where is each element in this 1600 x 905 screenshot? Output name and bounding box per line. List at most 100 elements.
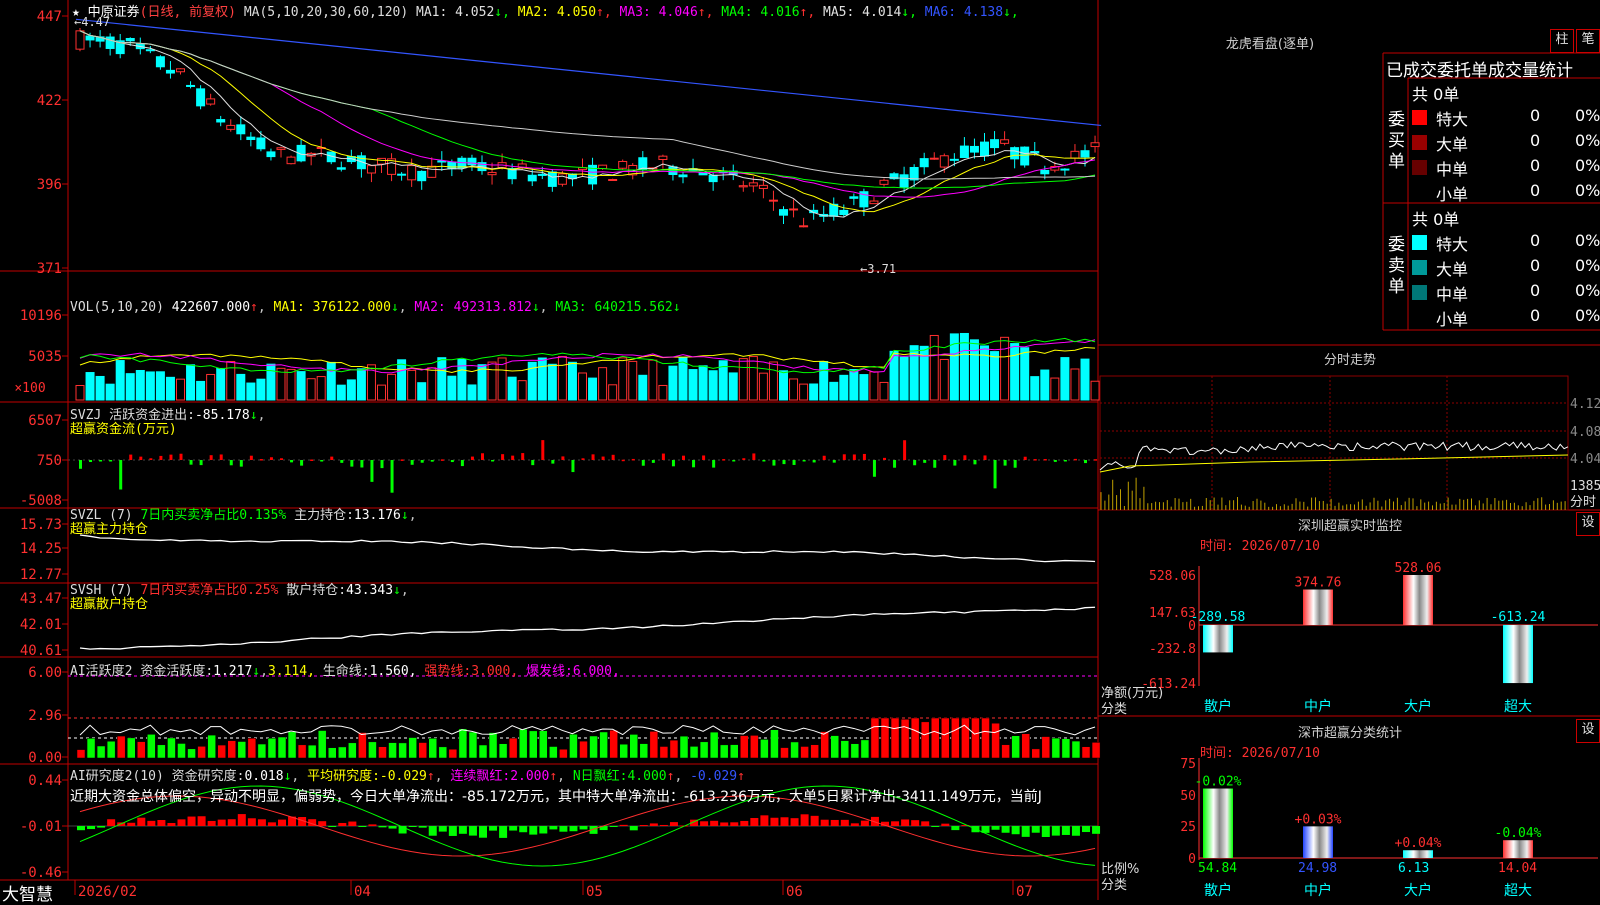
vol-bar-82 [899, 356, 909, 401]
flow-bar-75 [832, 460, 836, 463]
flow-bar-50 [581, 458, 585, 460]
vol-bar-100 [1080, 358, 1090, 401]
ai2-tick-0: 0.44 [28, 773, 62, 789]
stats-delta-1: +0.03% [1295, 812, 1342, 827]
vol-bar-78 [859, 374, 869, 401]
vol-bar-36 [437, 357, 447, 401]
stats-title: 深市超赢分类统计 [1297, 726, 1402, 741]
monitor-settings-button[interactable]: 设 [1576, 512, 1600, 536]
svzl-tick-0: 15.73 [20, 517, 62, 533]
ai2-bar-54 [619, 824, 628, 826]
flow-bar-93 [1013, 460, 1017, 468]
flow-bar-48 [561, 456, 565, 460]
flow-bar-24 [320, 460, 324, 462]
ai1-bar-55 [629, 734, 638, 759]
stats-delta-0: -0.02% [1195, 775, 1242, 790]
tick-mode-button[interactable]: 笔 [1576, 29, 1600, 53]
vol-bar-89 [969, 339, 979, 401]
ai1-bar-15 [227, 740, 236, 759]
ai1-bar-38 [458, 728, 468, 759]
ai1-bar-88 [961, 717, 970, 759]
x-label-2: 05 [586, 884, 603, 900]
flow-bar-95 [1033, 459, 1037, 461]
flow-bar-80 [883, 457, 886, 460]
candle-0 [75, 30, 85, 50]
ai1-bar-44 [518, 728, 528, 759]
vol-bar-26 [336, 384, 346, 401]
flow-bar-31 [390, 460, 394, 493]
ai1-bar-10 [177, 743, 186, 759]
candle-45 [527, 174, 537, 182]
bar-mode-button[interactable]: 柱 [1550, 29, 1574, 53]
vol-bar-86 [939, 358, 949, 401]
ai2-bar-47 [549, 826, 558, 830]
flow-bar-78 [862, 453, 866, 460]
vol-bar-73 [809, 383, 819, 401]
svsh-line [79, 606, 1096, 650]
sell-row-swatch-2 [1412, 285, 1427, 300]
svsh-tick-1: 42.01 [20, 617, 62, 633]
ai1-bar-49 [569, 733, 578, 759]
candle-36 [437, 160, 447, 163]
vol-bar-25 [326, 361, 336, 401]
ai2-bar-53 [609, 826, 618, 827]
candle-68 [758, 184, 768, 189]
ma-line-2 [79, 30, 1096, 213]
ai1-bar-81 [890, 717, 900, 759]
buy-row-p-1: 0% [1575, 131, 1600, 150]
ai1-bar-75 [830, 735, 839, 759]
intraday-frame [1099, 375, 1569, 511]
sell-row-label-0: 特大 [1436, 235, 1469, 254]
ai2-bar-37 [448, 826, 457, 836]
flow-bar-38 [460, 460, 464, 467]
vol-bar-3 [105, 383, 115, 401]
svsh-tick-2: 40.61 [20, 643, 62, 659]
ai1-bar-32 [398, 742, 407, 759]
ai2-bar-101 [1092, 826, 1101, 834]
stats-settings-button[interactable]: 设 [1576, 719, 1600, 743]
ai2-bar-69 [770, 817, 779, 826]
flow-bar-49 [571, 460, 575, 473]
buy-row-v-3: 0 [1530, 181, 1541, 200]
vol-bar-81 [889, 350, 899, 401]
vol-bar-63 [708, 370, 718, 401]
sell-row-v-2: 0 [1530, 281, 1541, 300]
vol-bar-21 [286, 368, 296, 401]
vol-bar-68 [758, 372, 768, 401]
sell-row-p-3: 0% [1575, 306, 1600, 325]
ai2-bar-70 [780, 817, 789, 826]
ai1-bar-86 [941, 717, 950, 759]
flow-bar-68 [762, 460, 766, 462]
flow-bar-4 [119, 460, 123, 490]
ai2-bar-41 [489, 826, 498, 831]
ma-item-6: MA6: 4.138↓, [916, 5, 1019, 20]
candle-100 [1080, 150, 1090, 158]
flow-bar-10 [179, 453, 183, 460]
vol-tick-0: 10196 [20, 308, 62, 324]
vol-bar-94 [1020, 347, 1030, 401]
candle-80 [879, 179, 889, 185]
ai2-bar-62 [700, 821, 709, 826]
intraday-fen-label: 分时 [1570, 495, 1596, 510]
candle-3 [105, 36, 115, 49]
vol-bar-8 [155, 371, 165, 401]
monitor-cat-3: 超大 [1504, 699, 1532, 715]
stats-delta-3: -0.04% [1495, 826, 1542, 841]
ma-line-6 [75, 18, 1102, 127]
ai2-bar-2 [97, 826, 106, 828]
flow-bar-37 [450, 460, 454, 463]
vol-bar-10 [176, 378, 185, 401]
vol-bar-50 [578, 372, 587, 401]
ma-prefix: MA(5,10,20,30,60,120) [243, 5, 409, 20]
ai1-tick-1: 2.96 [28, 708, 62, 724]
flow-bar-6 [139, 456, 143, 460]
flow-bar-43 [511, 455, 515, 460]
vol-bar-47 [547, 363, 557, 401]
ai1-bar-29 [368, 741, 377, 759]
flow-bar-28 [360, 460, 364, 468]
vol-bar-28 [356, 368, 366, 401]
vol-bar-67 [748, 356, 758, 401]
ai1-bar-93 [1011, 735, 1020, 759]
ai2-bar-73 [810, 815, 819, 826]
ai1-bar-0 [76, 749, 86, 759]
